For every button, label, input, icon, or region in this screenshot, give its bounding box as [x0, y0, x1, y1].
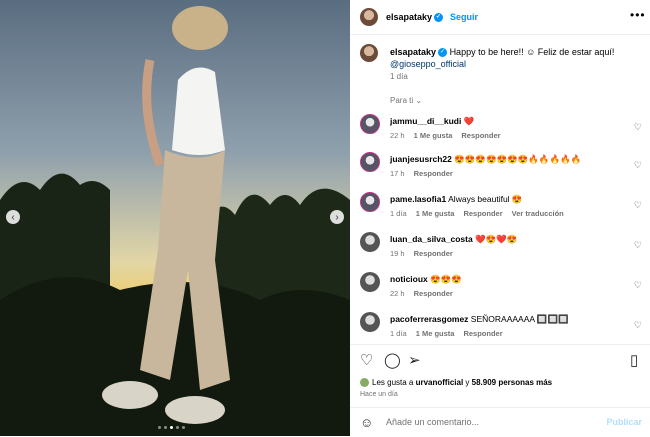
comment-text: ❤️ — [463, 116, 475, 126]
comment-icon[interactable]: ◯ — [384, 351, 401, 369]
comment-text: SEÑORAAAAAA 🔲🔲🔲 — [470, 314, 569, 324]
chevron-down-icon: ⌄ — [415, 96, 423, 105]
comment-username[interactable]: jammu__di__kudi — [390, 116, 461, 126]
comment-item: noticioux 😍😍😍 22 h Responder ♡ — [350, 270, 650, 306]
comment-username[interactable]: pacoferrerasgomez — [390, 314, 468, 324]
avatar[interactable] — [360, 8, 378, 26]
translate-button[interactable]: Ver traducción — [512, 209, 564, 218]
caption: elsapataky ✓ Happy to be here!! ☺ Feliz d… — [390, 46, 640, 70]
caption-text: Happy to be here!! ☺ Feliz de estar aquí… — [449, 47, 615, 57]
heart-icon[interactable]: ♡ — [634, 160, 642, 171]
comment-item: pame.lasofia1 Always beautiful 😍 1 día 1 … — [350, 190, 650, 226]
comment-text: 😍😍😍😍😍😍😍🔥🔥🔥🔥🔥 — [454, 154, 582, 164]
verified-icon: ✓ — [434, 13, 444, 23]
heart-icon[interactable]: ♡ — [360, 351, 373, 369]
heart-icon[interactable]: ♡ — [634, 280, 642, 291]
publish-button[interactable]: Publicar — [606, 417, 642, 427]
more-options-icon[interactable]: ••• — [630, 8, 646, 22]
author-username[interactable]: elsapataky ✓ — [386, 12, 444, 23]
comment-input[interactable] — [384, 416, 608, 428]
send-icon[interactable]: ➢ — [408, 351, 421, 369]
reply-button[interactable]: Responder — [463, 209, 502, 218]
heart-icon[interactable]: ♡ — [634, 122, 642, 133]
caption-avatar[interactable] — [360, 44, 378, 62]
carousel-dots — [158, 426, 185, 429]
post-panel: elsapataky ✓ Seguir ••• elsapataky ✓ Happy… — [350, 0, 650, 436]
comment-likes[interactable]: 1 Me gusta — [414, 131, 453, 140]
comment-username[interactable]: noticioux — [390, 274, 428, 284]
comment-username[interactable]: pame.lasofia1 — [390, 194, 446, 204]
sort-dropdown[interactable]: Para ti ⌄ — [390, 96, 422, 105]
reply-button[interactable]: Responder — [461, 131, 500, 140]
avatar — [360, 378, 369, 388]
comment-text: Always beautiful 😍 — [448, 194, 523, 204]
avatar[interactable] — [360, 272, 380, 292]
comment-username[interactable]: juanjesusrch22 — [390, 154, 452, 164]
bookmark-icon[interactable]: ▯ — [630, 351, 638, 369]
comment-time: 1 día — [390, 209, 407, 218]
heart-icon[interactable]: ♡ — [634, 240, 642, 251]
comment-item: pacoferrerasgomez SEÑORAAAAAA 🔲🔲🔲 1 día 1… — [350, 310, 650, 346]
avatar[interactable] — [360, 152, 380, 172]
follow-button[interactable]: Seguir — [450, 12, 478, 22]
heart-icon[interactable]: ♡ — [634, 200, 642, 211]
chevron-left-icon[interactable]: ‹ — [6, 210, 20, 224]
comment-likes[interactable]: 1 Me gusta — [416, 329, 455, 338]
comment-composer: ☺ Publicar — [350, 407, 650, 437]
likes-summary[interactable]: Les gusta a urvanofficial y 58.909 perso… — [360, 378, 552, 388]
comment-item: juanjesusrch22 😍😍😍😍😍😍😍🔥🔥🔥🔥🔥 17 h Responde… — [350, 150, 650, 186]
comment-time: 1 día — [390, 329, 407, 338]
chevron-right-icon[interactable]: › — [330, 210, 344, 224]
comment-likes[interactable]: 1 Me gusta — [416, 209, 455, 218]
action-bar: ♡ ◯ ➢ ▯ — [350, 344, 650, 373]
reply-button[interactable]: Responder — [414, 289, 453, 298]
comment-item: luan_da_silva_costa ❤️😍❤️😍 19 h Responder… — [350, 230, 650, 266]
reply-button[interactable]: Responder — [414, 169, 453, 178]
verified-icon: ✓ — [438, 48, 448, 58]
post-header: elsapataky ✓ Seguir ••• — [350, 0, 650, 35]
reply-button[interactable]: Responder — [463, 329, 502, 338]
avatar[interactable] — [360, 312, 380, 332]
avatar[interactable] — [360, 192, 380, 212]
comment-text: ❤️😍❤️😍 — [475, 234, 518, 244]
caption-username[interactable]: elsapataky — [390, 47, 436, 57]
comment-username[interactable]: luan_da_silva_costa — [390, 234, 473, 244]
photo-image — [0, 0, 350, 436]
reply-button[interactable]: Responder — [414, 249, 453, 258]
comment-time: 22 h — [390, 131, 405, 140]
heart-icon[interactable]: ♡ — [634, 320, 642, 331]
post-age: Hace un día — [360, 391, 398, 398]
avatar[interactable] — [360, 232, 380, 252]
comment-time: 22 h — [390, 289, 405, 298]
caption-time: 1 día — [390, 72, 408, 81]
avatar[interactable] — [360, 114, 380, 134]
post-photo[interactable]: ‹ › — [0, 0, 350, 436]
comment-item: jammu__di__kudi ❤️ 22 h 1 Me gusta Respond… — [350, 112, 650, 148]
comment-text: 😍😍😍 — [430, 274, 462, 284]
comment-time: 17 h — [390, 169, 405, 178]
caption-mention[interactable]: @gioseppo_official — [390, 59, 466, 69]
emoji-icon[interactable]: ☺ — [360, 415, 373, 430]
comment-time: 19 h — [390, 249, 405, 258]
